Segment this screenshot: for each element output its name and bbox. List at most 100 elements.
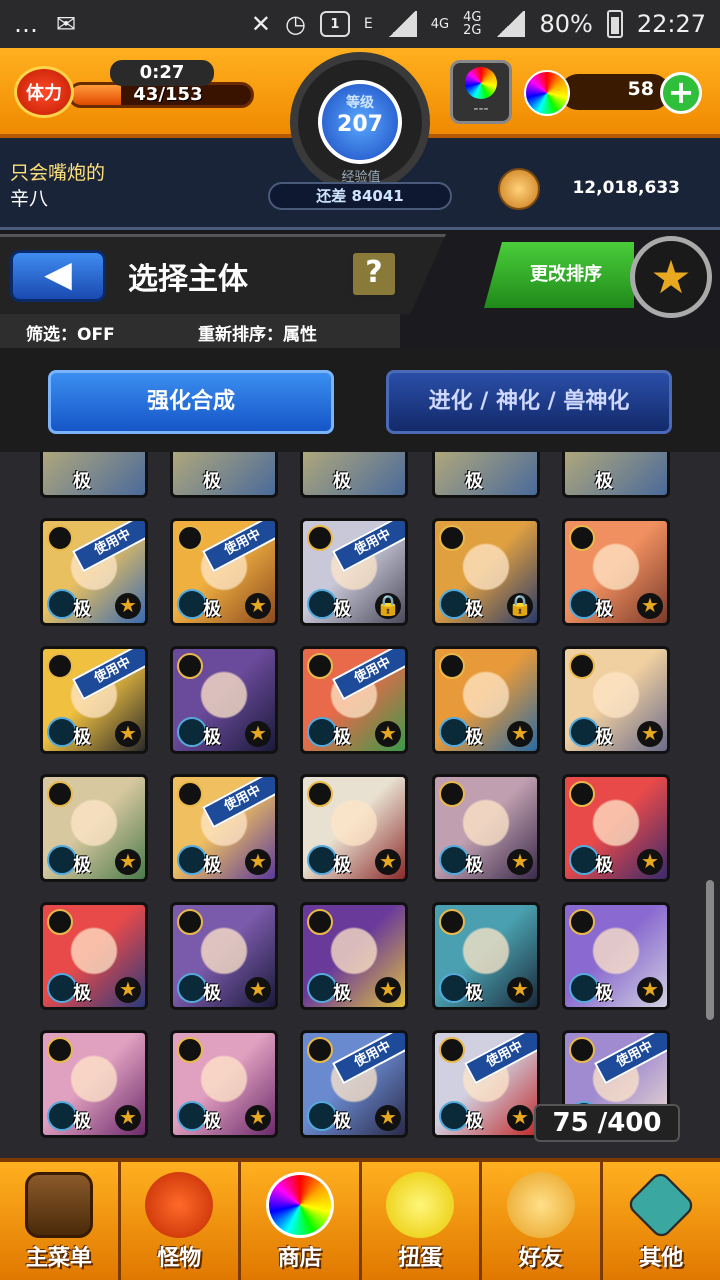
sim-icon: 1 <box>319 11 350 37</box>
level-badge[interactable]: 等级 207 <box>318 80 402 164</box>
change-sort-button[interactable]: 更改排序 <box>484 242 634 308</box>
nav-gacha[interactable]: 扭蛋 <box>362 1162 482 1280</box>
nav-friends[interactable]: 好友 <box>482 1162 603 1280</box>
favorite-star-button[interactable]: ★ <box>630 236 712 318</box>
monster-card[interactable]: 极 <box>300 452 408 498</box>
grid-scrollbar[interactable] <box>706 880 714 1020</box>
coin-count: 12,018,633 <box>572 178 680 198</box>
monster-card[interactable]: 极 ★ <box>40 774 148 882</box>
monster-card[interactable]: 极★使用中 <box>432 1030 540 1138</box>
crystal-placeholder: --- <box>473 101 489 117</box>
level-mark: 极 <box>73 599 91 620</box>
level-mark: 极 <box>203 471 221 492</box>
bottom-nav: 主菜单 怪物 商店 扭蛋 好友 其他 <box>0 1158 720 1280</box>
level-mark: 极 <box>465 471 483 492</box>
monster-card[interactable]: 极 ★ <box>562 646 670 754</box>
star-icon: ★ <box>115 977 141 1003</box>
attribute-icon <box>47 781 73 807</box>
star-icon: ★ <box>245 977 271 1003</box>
monster-card[interactable]: 极 ★ <box>432 774 540 882</box>
monster-card[interactable]: 极 <box>40 452 148 498</box>
monster-card[interactable]: 极★使用中 <box>170 518 278 626</box>
player-name: 辛八 <box>10 188 49 210</box>
back-button[interactable]: ◀ <box>10 250 106 302</box>
star-icon: ★ <box>637 849 663 875</box>
attribute-icon <box>569 653 595 679</box>
monster-card[interactable]: 极 ★ <box>562 518 670 626</box>
crystal-box[interactable]: --- <box>450 60 512 124</box>
monster-card[interactable]: 极★使用中 <box>170 774 278 882</box>
level-mark: 极 <box>333 727 351 748</box>
star-icon: ★ <box>375 977 401 1003</box>
level-mark: 极 <box>595 471 613 492</box>
nav-shop[interactable]: 商店 <box>241 1162 362 1280</box>
monster-card[interactable]: 极 <box>562 452 670 498</box>
nav-other[interactable]: 其他 <box>603 1162 720 1280</box>
nav-monster[interactable]: 怪物 <box>121 1162 241 1280</box>
player-title: 只会嘴炮的 <box>10 162 106 184</box>
monster-card[interactable]: 极★使用中 <box>40 646 148 754</box>
network-2g: 2G <box>463 23 482 38</box>
attribute-icon <box>177 525 203 551</box>
monster-card[interactable]: 极 ★ <box>40 902 148 1010</box>
level-mark: 极 <box>595 727 613 748</box>
star-icon: ★ <box>245 593 271 619</box>
rainbow-orb-icon <box>265 1172 334 1238</box>
door-icon <box>24 1172 93 1238</box>
monster-card[interactable]: 极 ★ <box>170 1030 278 1138</box>
help-button[interactable]: ? <box>350 250 398 298</box>
monster-card[interactable]: 极 ★ <box>40 1030 148 1138</box>
monster-card[interactable]: 极 🔒 <box>432 518 540 626</box>
tab-evolution[interactable]: 进化 / 神化 / 兽神化 <box>386 370 672 434</box>
monster-card[interactable]: 极★使用中 <box>40 518 148 626</box>
monster-card[interactable]: 极 ★ <box>432 646 540 754</box>
monster-card[interactable]: 极 <box>432 452 540 498</box>
back-arrow-icon: ◀ <box>44 254 72 295</box>
level-mark: 极 <box>465 855 483 876</box>
buy-orbs-button[interactable]: + <box>660 72 702 114</box>
attribute-icon <box>177 653 203 679</box>
filter-toggle[interactable]: 筛选：OFF <box>26 320 115 345</box>
nav-main-menu[interactable]: 主菜单 <box>0 1162 121 1280</box>
level-mark: 极 <box>595 855 613 876</box>
monster-card[interactable]: 极 ★ <box>300 902 408 1010</box>
battery-icon <box>606 10 623 38</box>
monster-icon <box>145 1172 214 1238</box>
rainbow-orb-icon <box>524 70 570 116</box>
nav-label: 其他 <box>639 1246 684 1271</box>
nav-label: 扭蛋 <box>398 1246 443 1271</box>
help-question-icon <box>625 1169 697 1241</box>
monster-card[interactable]: 极 🔒 使用中 <box>300 518 408 626</box>
monster-card[interactable]: 极 <box>170 452 278 498</box>
star-icon: ★ <box>375 849 401 875</box>
resort-toggle[interactable]: 重新排序：属性 <box>198 320 317 345</box>
star-icon: ★ <box>507 1105 533 1131</box>
level-mark: 极 <box>203 599 221 620</box>
attribute-icon <box>307 909 333 935</box>
level-mark: 极 <box>73 855 91 876</box>
attribute-icon <box>439 909 465 935</box>
level-mark: 极 <box>333 471 351 492</box>
monster-card[interactable]: 极★使用中 <box>300 646 408 754</box>
star-icon: ★ <box>507 977 533 1003</box>
monster-card[interactable]: 极 ★ <box>170 646 278 754</box>
alarm-icon: ◷ <box>284 10 306 38</box>
level-value: 207 <box>337 112 383 137</box>
tab-power-up[interactable]: 强化合成 <box>48 370 334 434</box>
monster-card[interactable]: 极 ★ <box>300 774 408 882</box>
monster-card[interactable]: 极★使用中 <box>300 1030 408 1138</box>
monster-card[interactable]: 极 ★ <box>562 902 670 1010</box>
stamina-value: 43/153 <box>133 84 203 105</box>
attribute-icon <box>569 909 595 935</box>
monster-card[interactable]: 极 ★ <box>562 774 670 882</box>
star-icon: ★ <box>245 849 271 875</box>
exp-remaining: 还差 84041 <box>268 182 452 210</box>
monster-card[interactable]: 极 ★ <box>170 902 278 1010</box>
star-icon: ★ <box>637 593 663 619</box>
star-icon: ★ <box>375 1105 401 1131</box>
monster-card[interactable]: 极 ★ <box>432 902 540 1010</box>
attribute-icon <box>47 525 73 551</box>
star-icon: ★ <box>115 849 141 875</box>
attribute-icon <box>47 909 73 935</box>
star-icon: ★ <box>637 721 663 747</box>
